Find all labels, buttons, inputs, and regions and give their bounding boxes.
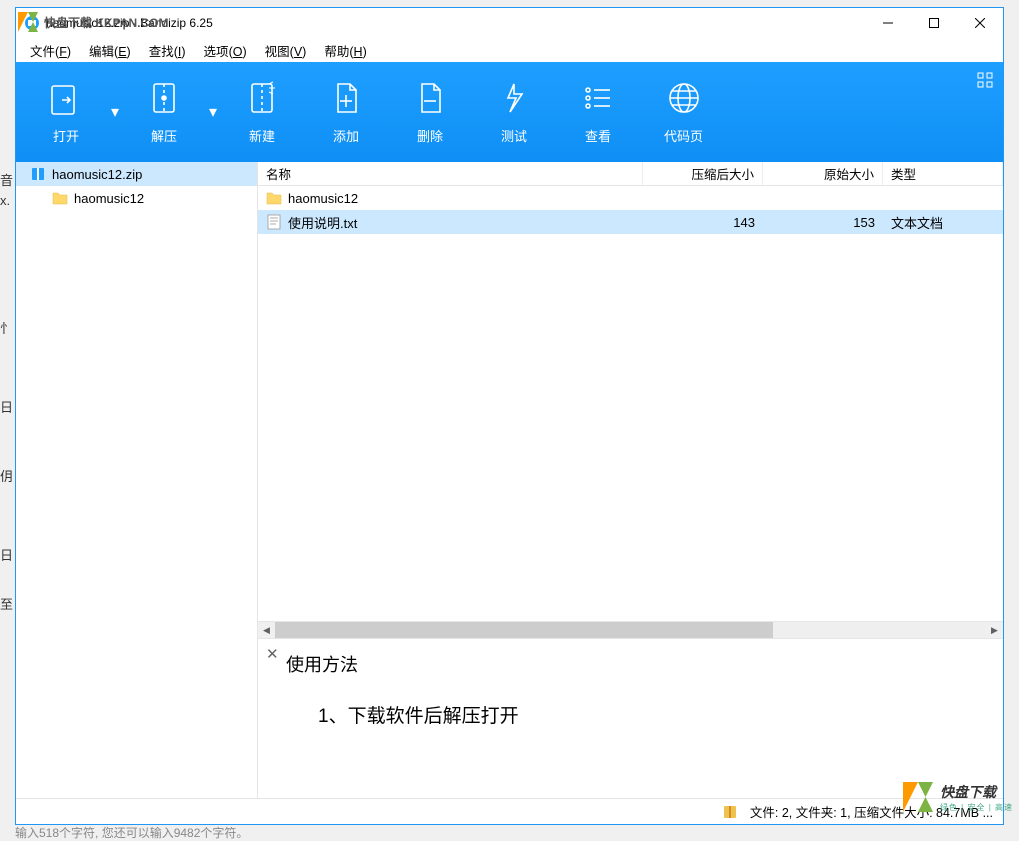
scroll-right[interactable]: ▶	[986, 622, 1003, 639]
menubar: 文件(F) 编辑(E) 查找(I) 选项(O) 视图(V) 帮助(H)	[16, 38, 1003, 62]
statusbar: 文件: 2, 文件夹: 1, 压缩文件大小: 84.7MB ...	[16, 798, 1003, 824]
main-panel: 名称 压缩后大小 原始大小 类型 haomusic12	[258, 162, 1003, 798]
txt-icon	[266, 214, 282, 230]
list-row[interactable]: 使用说明.txt 143 153 文本文档	[258, 210, 1003, 234]
horizontal-scrollbar[interactable]: ◀ ▶	[258, 621, 1003, 638]
minimize-button[interactable]	[865, 8, 911, 38]
archive-icon	[722, 804, 738, 820]
scroll-left[interactable]: ◀	[258, 622, 275, 639]
menu-find[interactable]: 查找(I)	[141, 39, 194, 62]
content-area: haomusic12.zip haomusic12 名称 压缩后大小 原始大小 …	[16, 162, 1003, 798]
maximize-button[interactable]	[911, 8, 957, 38]
open-button[interactable]: 打开	[24, 62, 108, 162]
view-icon	[580, 80, 616, 116]
extract-button[interactable]: 解压	[122, 62, 206, 162]
menu-options[interactable]: 选项(O)	[196, 39, 255, 62]
column-type[interactable]: 类型	[883, 162, 1003, 185]
watermark-top-left: 快盘下载 KKPAN.COM	[16, 10, 168, 34]
test-button[interactable]: 测试	[472, 62, 556, 162]
list-header: 名称 压缩后大小 原始大小 类型	[258, 162, 1003, 186]
delete-icon	[412, 80, 448, 116]
new-button[interactable]: 新建	[220, 62, 304, 162]
watermark-bottom-right: 快盘下载 绿色 | 安全 | 高速	[900, 779, 1013, 815]
watermark-logo	[16, 10, 40, 34]
codepage-button[interactable]: 代码页	[640, 62, 727, 162]
app-window: haomusic12.zip - Bandizip 6.25 文件(F) 编辑(…	[15, 7, 1004, 825]
new-icon	[244, 80, 280, 116]
open-dropdown[interactable]: ▾	[108, 62, 122, 162]
column-name[interactable]: 名称	[258, 162, 643, 185]
preview-pane: ✕ 使用方法 1、下载软件后解压打开	[258, 638, 1003, 798]
menu-edit[interactable]: 编辑(E)	[81, 39, 139, 62]
tree-child[interactable]: haomusic12	[16, 186, 257, 210]
extract-dropdown[interactable]: ▾	[206, 62, 220, 162]
zip-icon	[30, 166, 46, 182]
open-icon	[48, 80, 84, 116]
close-button[interactable]	[957, 8, 1003, 38]
folder-icon	[266, 190, 282, 206]
delete-button[interactable]: 删除	[388, 62, 472, 162]
tree-root[interactable]: haomusic12.zip	[16, 162, 257, 186]
list-row[interactable]: haomusic12	[258, 186, 1003, 210]
toolbar: 打开 ▾ 解压 ▾ 新建 添加 删除 测试 查看	[16, 62, 1003, 162]
file-list: haomusic12 使用说明.txt 143 153 文本文档	[258, 186, 1003, 621]
menu-help[interactable]: 帮助(H)	[316, 39, 374, 62]
menu-file[interactable]: 文件(F)	[22, 39, 79, 62]
window-title: haomusic12.zip - Bandizip 6.25	[46, 16, 865, 30]
toolbar-overflow[interactable]	[977, 72, 993, 93]
extract-icon	[146, 80, 182, 116]
folder-icon	[52, 190, 68, 206]
view-button[interactable]: 查看	[556, 62, 640, 162]
scroll-thumb[interactable]	[275, 622, 773, 639]
menu-view[interactable]: 视图(V)	[257, 39, 315, 62]
column-compressed[interactable]: 压缩后大小	[643, 162, 763, 185]
watermark-logo	[900, 779, 936, 815]
add-button[interactable]: 添加	[304, 62, 388, 162]
background-fragments: 音 x. 忄 日 仴 日 至	[0, 0, 15, 841]
codepage-icon	[666, 80, 702, 116]
sidebar-tree: haomusic12.zip haomusic12	[16, 162, 258, 798]
preview-body: 1、下载软件后解压打开	[286, 701, 975, 728]
test-icon	[496, 80, 532, 116]
column-original[interactable]: 原始大小	[763, 162, 883, 185]
preview-title: 使用方法	[286, 651, 975, 677]
background-bottom-text: 输入518个字符, 您还可以输入9482个字符。	[15, 824, 248, 841]
scroll-track[interactable]	[275, 622, 986, 639]
add-icon	[328, 80, 364, 116]
preview-close-button[interactable]: ✕	[266, 645, 279, 663]
